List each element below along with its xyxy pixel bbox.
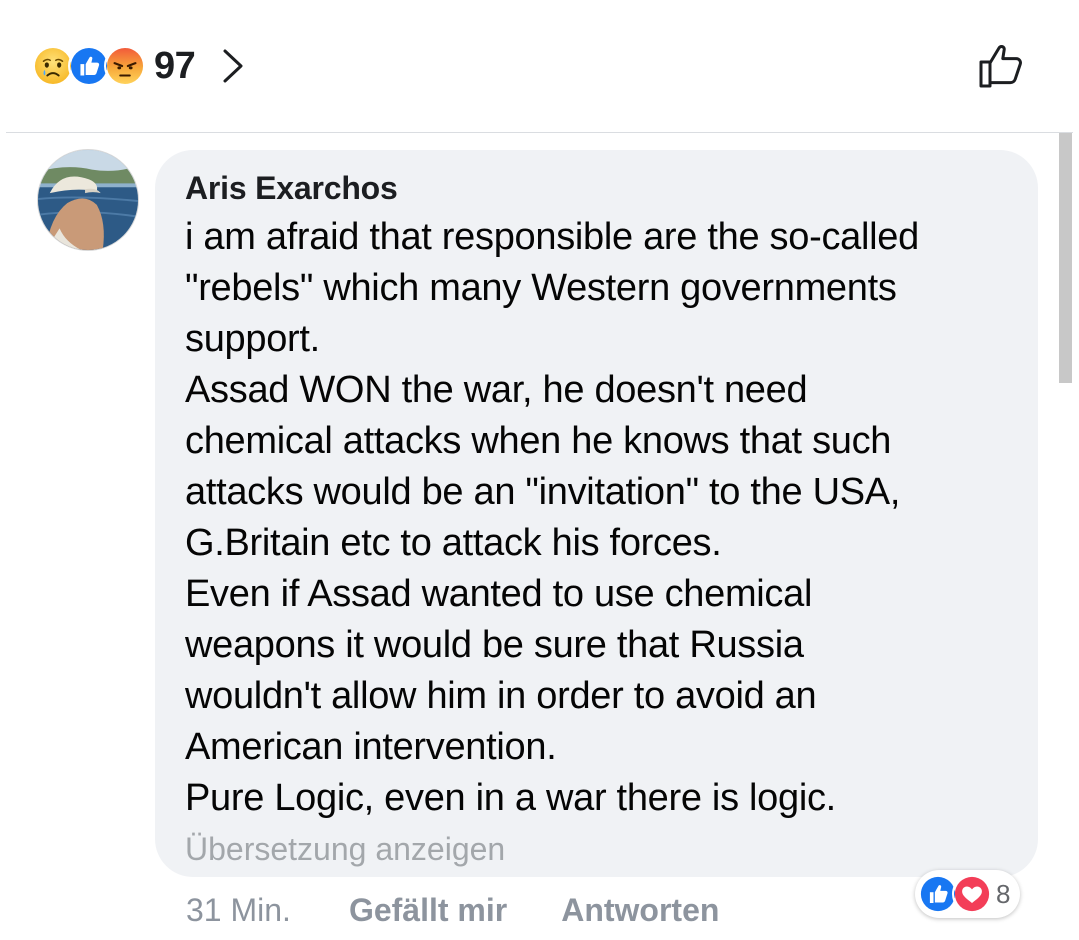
comment-timestamp[interactable]: 31 Min. <box>186 892 291 929</box>
comment-line: wouldn't allow him in order to avoid an <box>185 675 817 717</box>
comment-line: support. <box>185 318 320 360</box>
avatar[interactable] <box>37 149 139 251</box>
comment-line: Pure Logic, even in a war there is logic… <box>185 777 836 819</box>
comment-line: American intervention. <box>185 726 557 768</box>
comment-bubble: Aris Exarchos i am afraid that responsib… <box>155 150 1038 877</box>
comment-line: chemical attacks when he knows that such <box>185 420 892 462</box>
comment-line: i am afraid that responsible are the so-… <box>185 216 919 258</box>
reaction-count: 97 <box>154 44 196 87</box>
scrollbar[interactable] <box>1059 133 1072 383</box>
like-outline-icon[interactable] <box>975 38 1029 92</box>
reply-button[interactable]: Antworten <box>561 892 719 929</box>
comment-reaction-count: 8 <box>996 878 1011 909</box>
comment-text: i am afraid that responsible are the so-… <box>185 212 1008 824</box>
comment-page: 97 Aris Exarchos i am afraid that respon… <box>0 0 1079 940</box>
chevron-right-icon[interactable] <box>221 48 245 84</box>
angry-reaction-icon <box>104 45 146 87</box>
comment-reactions[interactable]: 8 <box>915 870 1021 918</box>
comment-line: weapons it would be sure that Russia <box>185 624 804 666</box>
love-reaction-icon <box>952 874 992 914</box>
translate-link[interactable]: Übersetzung anzeigen <box>185 830 505 868</box>
reactions-header: 97 <box>0 0 1079 133</box>
header-divider <box>6 132 1073 133</box>
comment-line: Assad WON the war, he doesn't need <box>185 369 808 411</box>
reactions-summary[interactable]: 97 <box>32 42 245 90</box>
comment-actions: 31 Min. Gefällt mir Antworten <box>186 888 719 932</box>
comment-author[interactable]: Aris Exarchos <box>185 168 1008 208</box>
comment-line: G.Britain etc to attack his forces. <box>185 522 722 564</box>
comment-line: "rebels" which many Western governments <box>185 267 897 309</box>
like-button[interactable]: Gefällt mir <box>349 892 507 929</box>
comment-line: attacks would be an "invitation" to the … <box>185 471 901 513</box>
comment-line: Even if Assad wanted to use chemical <box>185 573 813 615</box>
